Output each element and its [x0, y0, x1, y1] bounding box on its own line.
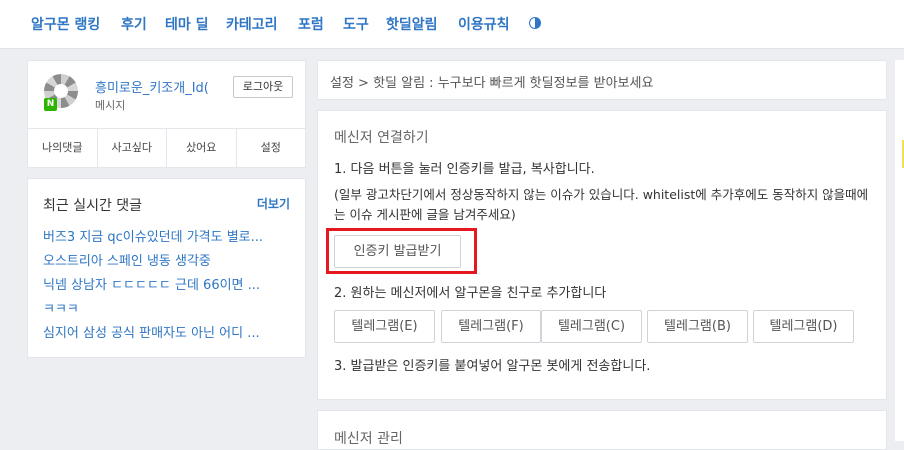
nav-forum[interactable]: 포럼 [298, 14, 324, 34]
message-link[interactable]: 메시지 [95, 97, 125, 113]
breadcrumb: 설정 > 핫딜 알림 : 누구보다 빠르게 핫딜정보를 받아보세요 [317, 60, 887, 100]
recent-comments-card: 최근 실시간 댓글 더보기 버즈3 지금 qc이슈있던데 가격도 별로... 오… [27, 178, 306, 358]
recent-comments-title: 최근 실시간 댓글 [43, 198, 143, 214]
tab-want-to-buy[interactable]: 사고싶다 [98, 129, 167, 168]
comment-item[interactable]: 심지어 삼성 공식 판매자도 아닌 어디 ... [43, 322, 293, 341]
profile-tabs: 나의댓글 사고싶다 샀어요 설정 [28, 128, 305, 168]
comment-item[interactable]: 닉넴 상남자 ㄷㄷㄷㄷㄷ 근데 66이면 ... [43, 274, 293, 293]
nav-ranking[interactable]: 알구몬 랭킹 [31, 14, 100, 34]
messenger-manage-card: 메신저 관리 [317, 410, 887, 450]
tab-my-comments[interactable]: 나의댓글 [28, 129, 98, 168]
adblock-note: (일부 광고차단기에서 정상동작하지 않는 이슈가 있습니다. whitelis… [334, 187, 869, 222]
nav-tools[interactable]: 도구 [343, 14, 369, 34]
issue-key-button[interactable]: 인증키 발급받기 [334, 235, 461, 268]
nav-reviews[interactable]: 후기 [121, 14, 147, 34]
comment-item[interactable]: 오스트리아 스페인 냉동 생각중 [43, 250, 293, 269]
naver-badge-icon: N [44, 98, 57, 111]
nav-theme-deals[interactable]: 테마 딜 [165, 14, 209, 34]
right-column [895, 60, 904, 441]
top-navigation: 알구몬 랭킹 후기 테마 딜 카테고리 포럼 도구 핫딜알림 이용규칙 [0, 0, 904, 49]
step-3-text: 3. 발급받은 인증키를 붙여넣어 알구몬 봇에게 전송합니다. [334, 359, 651, 374]
section-heading: 메신저 관리 [334, 431, 403, 447]
telegram-button-b[interactable]: 텔레그램(B) [647, 310, 748, 343]
tab-settings[interactable]: 설정 [237, 129, 306, 168]
tab-bought[interactable]: 샀어요 [167, 129, 237, 168]
profile-card: N 흥미로운_키조개_Id( 메시지 로그아웃 나의댓글 사고싶다 샀어요 설정 [27, 60, 306, 168]
messenger-connect-card: 메신저 연결하기 1. 다음 버튼을 눌러 인증키를 발급, 복사합니다. (일… [317, 110, 887, 400]
nav-hotdeal-alert[interactable]: 핫딜알림 [386, 14, 438, 34]
comment-item[interactable]: 버즈3 지금 qc이슈있던데 가격도 별로... [43, 226, 293, 245]
username[interactable]: 흥미로운_키조개_Id( [95, 77, 223, 96]
comment-item[interactable]: ㅋㅋㅋ [43, 298, 293, 317]
step-1-text: 1. 다음 버튼을 눌러 인증키를 발급, 복사합니다. [334, 162, 595, 177]
breadcrumb-text: 설정 > 핫딜 알림 : 누구보다 빠르게 핫딜정보를 받아보세요 [330, 76, 654, 91]
telegram-button-e[interactable]: 텔레그램(E) [334, 310, 435, 343]
contrast-icon[interactable] [529, 17, 541, 29]
logout-button[interactable]: 로그아웃 [233, 76, 293, 98]
nav-rules[interactable]: 이용규칙 [458, 14, 510, 34]
step-2-text: 2. 원하는 메신저에서 알구몬을 친구로 추가합니다 [334, 286, 607, 301]
section-heading: 메신저 연결하기 [334, 130, 429, 146]
telegram-button-d[interactable]: 텔레그램(D) [753, 310, 854, 343]
telegram-button-f[interactable]: 텔레그램(F) [441, 310, 541, 343]
telegram-button-c[interactable]: 텔레그램(C) [541, 310, 642, 343]
nav-category[interactable]: 카테고리 [226, 14, 278, 34]
more-link[interactable]: 더보기 [257, 195, 290, 212]
